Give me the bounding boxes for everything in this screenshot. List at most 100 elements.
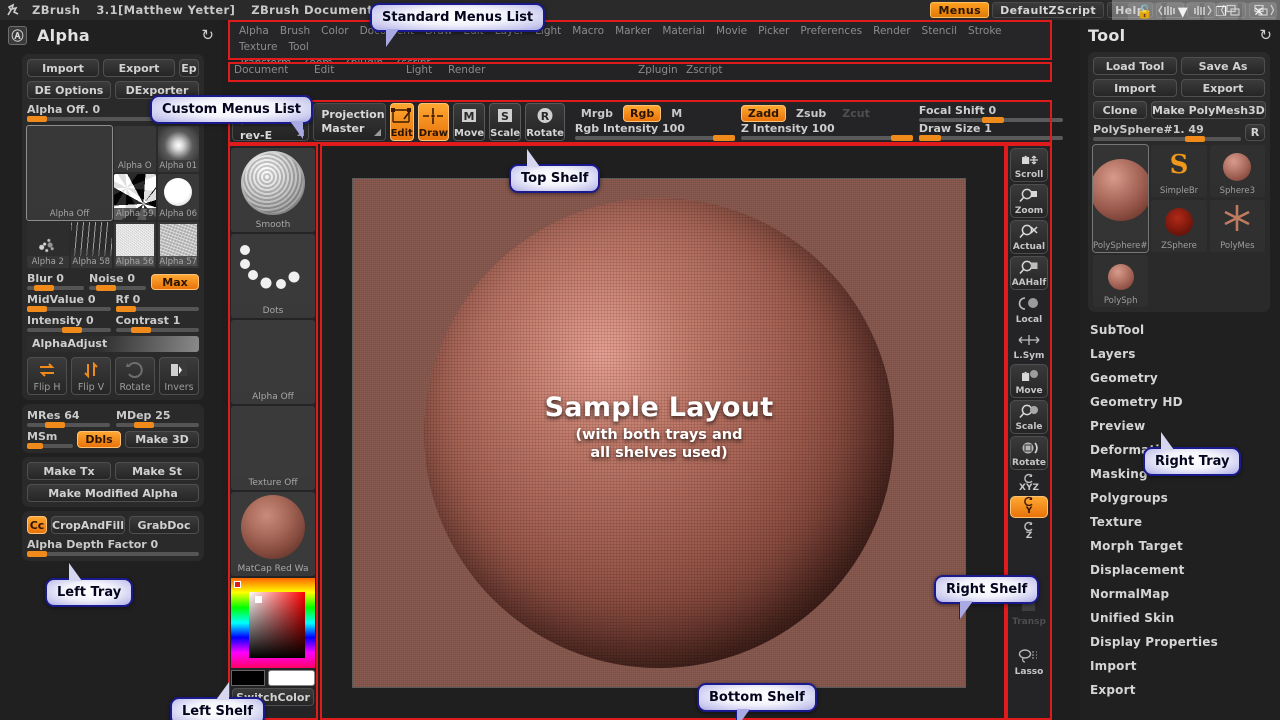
subpalette-polygroups[interactable]: Polygroups — [1080, 486, 1280, 510]
tool-import-button[interactable]: Import — [1093, 79, 1177, 97]
right-tray-title: Tool — [1088, 25, 1126, 45]
callout-left-shelf: Left Shelf — [170, 682, 266, 720]
lock-icon[interactable]: 🔓 — [1128, 3, 1162, 21]
msm-slider[interactable]: MSm — [27, 430, 73, 449]
tool-thumb-sphere3d[interactable]: Sphere3 — [1209, 145, 1265, 197]
invert-button[interactable]: Invers — [159, 357, 199, 395]
cc-button[interactable]: Cc — [27, 516, 47, 534]
intensity-slider[interactable]: Intensity 0 — [27, 314, 111, 333]
callout-tail — [386, 29, 399, 47]
subpalette-display-properties[interactable]: Display Properties — [1080, 630, 1280, 654]
tool-panel: Load Tool Save As Import Export Clone Ma… — [1088, 52, 1270, 312]
make-texture-panel: Make Tx Make St Make Modified Alpha — [22, 457, 204, 507]
subpalette-layers[interactable]: Layers — [1080, 342, 1280, 366]
alpha-thumb-7[interactable]: Alpha 56 — [114, 222, 156, 268]
callout-right-tray: Right Tray — [1143, 432, 1242, 476]
de-options-button[interactable]: DE Options — [27, 81, 111, 99]
default-zscript-button[interactable]: DefaultZScript — [992, 2, 1105, 18]
subpalette-preview[interactable]: Preview — [1080, 414, 1280, 438]
right-shelf-frame — [1006, 144, 1052, 720]
app-version: 3.1[Matthew Yetter] — [96, 3, 236, 17]
make-tx-button[interactable]: Make Tx — [27, 462, 111, 480]
make-st-button[interactable]: Make St — [115, 462, 199, 480]
document-name: ZBrush Document — [251, 3, 374, 17]
refresh-icon[interactable]: ↻ — [1259, 26, 1272, 44]
export-button[interactable]: Export — [103, 59, 175, 77]
max-button[interactable]: Max — [151, 274, 199, 290]
subpalette-normalmap[interactable]: NormalMap — [1080, 582, 1280, 606]
subpalette-geometry-hd[interactable]: Geometry HD — [1080, 390, 1280, 414]
tool-thumb-zsphere[interactable]: ZSphere — [1151, 200, 1207, 252]
flip-h-button[interactable]: Flip H — [27, 357, 67, 395]
callout-right-shelf: Right Shelf — [934, 575, 1040, 619]
save-as-button[interactable]: Save As — [1181, 57, 1265, 75]
tool-thumb-simplebrush[interactable]: S SimpleBr — [1151, 145, 1207, 197]
grab-doc-button[interactable]: GrabDoc — [128, 516, 199, 534]
restore-icon[interactable]: ❐ — [1204, 3, 1238, 21]
subpalette-import[interactable]: Import — [1080, 654, 1280, 678]
clone-button[interactable]: Clone — [1093, 101, 1147, 119]
load-tool-button[interactable]: Load Tool — [1093, 57, 1177, 75]
noise-slider[interactable]: Noise 0 — [89, 272, 146, 291]
ep-button[interactable]: Ep — [179, 59, 199, 77]
minimize-icon[interactable]: ▼ — [1166, 3, 1200, 21]
alpha-adjust-curve[interactable]: AlphaAdjust — [27, 336, 199, 352]
subpalette-texture[interactable]: Texture — [1080, 510, 1280, 534]
tool-thumb-polysphere1[interactable]: PolySphere#1 — [1091, 144, 1150, 253]
tool-io-row-2: Import Export — [1093, 79, 1265, 97]
current-tool-slider[interactable]: PolySphere#1. 49 — [1093, 123, 1241, 142]
make-modified-alpha-button[interactable]: Make Modified Alpha — [27, 484, 199, 502]
left-tray-title: Alpha — [37, 25, 91, 45]
make-polymesh3d-button[interactable]: Make PolyMesh3D — [1151, 101, 1266, 119]
alpha-thumb-4[interactable]: Alpha 06 — [157, 174, 199, 220]
callout-tail — [960, 601, 973, 619]
callout-tail — [69, 563, 82, 581]
subpalette-geometry[interactable]: Geometry — [1080, 366, 1280, 390]
rotate-button[interactable]: Rotate — [115, 357, 155, 395]
cropfill-row: Cc CropAndFill GrabDoc — [27, 516, 199, 534]
callout-tail — [1161, 432, 1174, 450]
r-button[interactable]: R — [1245, 124, 1265, 141]
callout-tail — [737, 709, 750, 720]
alpha-thumb-1[interactable]: Alpha O — [114, 126, 156, 172]
alpha-depth-factor-slider[interactable]: Alpha Depth Factor 0 — [27, 538, 199, 557]
midvalue-slider[interactable]: MidValue 0 — [27, 293, 111, 312]
alpha-thumbnail-grid: Alpha Off Alpha O Alpha 01 Alpha 59 Alph… — [26, 125, 199, 268]
dbls-button[interactable]: Dbls — [77, 431, 121, 448]
tool-thumbnail-grid: PolySphere#1 S SimpleBr Sphere3 ZSphere — [1091, 144, 1265, 253]
rf-slider[interactable]: Rf 0 — [115, 293, 199, 312]
subpalette-unified-skin[interactable]: Unified Skin — [1080, 606, 1280, 630]
callout-tail — [289, 121, 303, 139]
alpha-thumb-2[interactable]: Alpha 01 — [157, 126, 199, 172]
close-icon[interactable]: ✕ — [1242, 3, 1276, 21]
alpha-thumb-5[interactable]: Alpha 2 — [27, 222, 69, 268]
tool-io-row-1: Load Tool Save As — [1093, 57, 1265, 75]
mdep-slider[interactable]: MDep 25 — [116, 409, 199, 428]
alpha-io-row-1: Import Export Ep — [27, 59, 199, 77]
alpha-thumb-3[interactable]: Alpha 59 — [114, 174, 156, 220]
make-3d-button[interactable]: Make 3D — [125, 431, 199, 448]
tool-thumb-polysphere2[interactable]: PolySph — [1093, 255, 1149, 307]
subpalette-morph-target[interactable]: Morph Target — [1080, 534, 1280, 558]
crop-and-fill-button[interactable]: CropAndFill — [51, 516, 125, 534]
subpalette-export[interactable]: Export — [1080, 678, 1280, 702]
tool-thumb-polymesh[interactable]: PolyMes — [1209, 200, 1265, 252]
tool-export-button[interactable]: Export — [1181, 79, 1265, 97]
alpha-transform-row: Flip H Flip V Rotate Invers — [27, 357, 199, 395]
right-tray-header: Tool ↻ — [1080, 20, 1280, 50]
subpalette-subtool[interactable]: SubTool — [1080, 318, 1280, 342]
callout-tail — [527, 149, 540, 167]
right-tray: Tool ↻ Load Tool Save As Import Export C… — [1080, 20, 1280, 720]
alpha-thumb-6[interactable]: Alpha 58 — [70, 222, 112, 268]
blur-slider[interactable]: Blur 0 — [27, 272, 84, 291]
import-button[interactable]: Import — [27, 59, 99, 77]
flip-v-button[interactable]: Flip V — [71, 357, 111, 395]
alpha-thumb-8[interactable]: Alpha 57 — [157, 222, 199, 268]
subpalette-displacement[interactable]: Displacement — [1080, 558, 1280, 582]
alpha-thumb-0[interactable]: Alpha Off — [26, 125, 113, 221]
refresh-icon[interactable]: ↻ — [201, 26, 214, 44]
menus-button[interactable]: Menus — [930, 2, 990, 18]
contrast-slider[interactable]: Contrast 1 — [115, 314, 199, 333]
mres-slider[interactable]: MRes 64 — [27, 409, 110, 428]
alpha-palette-icon: Ⓐ — [8, 25, 27, 45]
